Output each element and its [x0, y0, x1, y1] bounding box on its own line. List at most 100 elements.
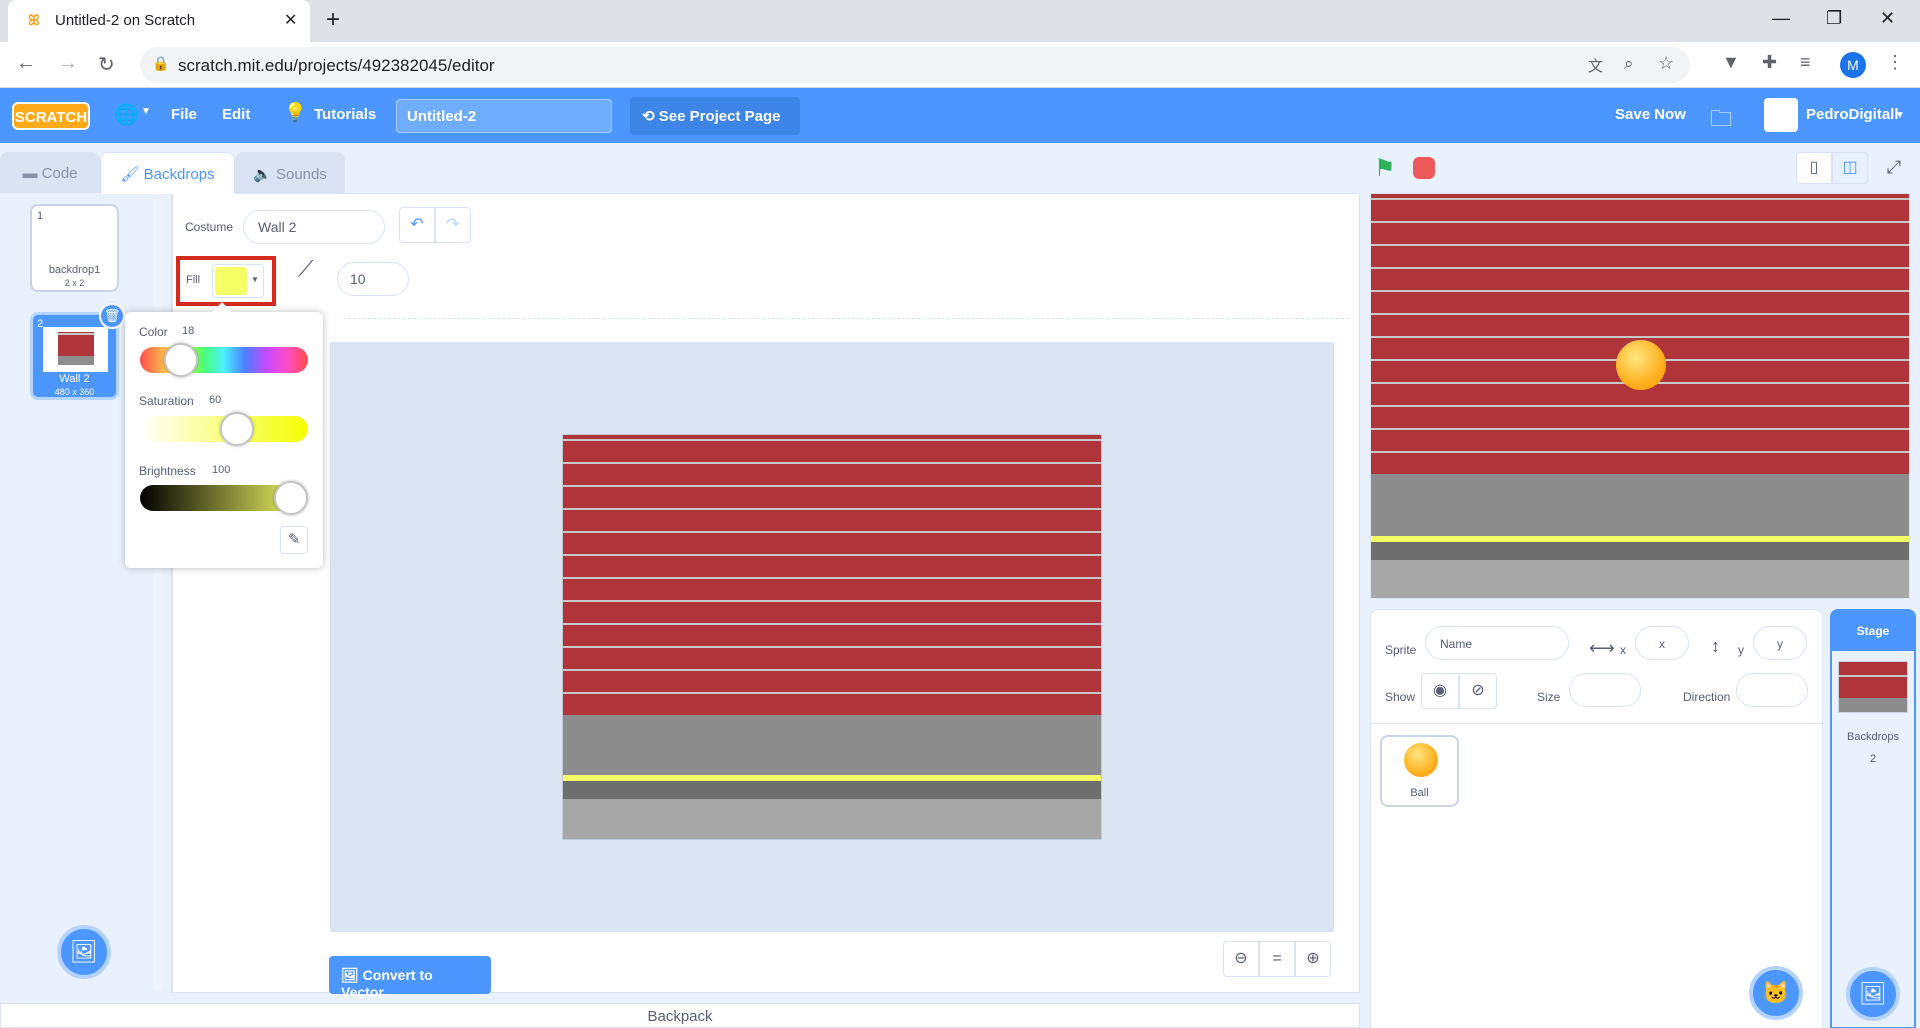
more-menu-icon[interactable]: ⋮ [1886, 52, 1904, 73]
color-slider-handle[interactable] [164, 343, 199, 377]
zoom-icon[interactable]: ⌕ [1624, 54, 1634, 74]
username[interactable]: PedroDigitall [1806, 106, 1899, 123]
ball-thumbnail [1404, 743, 1438, 777]
stage[interactable] [1370, 193, 1910, 599]
zoom-out-icon: ⊖ [1234, 950, 1248, 967]
direction-label: Direction [1683, 690, 1731, 704]
zoom-reset-button[interactable]: = [1259, 941, 1295, 977]
sprite-name-input[interactable]: Name [1425, 626, 1569, 660]
backdrop-index: 1 [37, 210, 44, 222]
code-icon: ▬ [22, 165, 42, 182]
chevron-down-icon: ▼ [141, 106, 151, 117]
costume-name-input[interactable]: Wall 2 [243, 210, 385, 244]
brush-icon: 🖌 [120, 166, 144, 183]
undo-icon: ↶ [410, 216, 424, 233]
stage-thumb-road [1839, 698, 1907, 712]
see-project-page-button[interactable]: ⟲ See Project Page [630, 97, 800, 135]
backdrops-count: 2 [1869, 753, 1877, 765]
delete-backdrop-icon[interactable]: 🗑 [99, 303, 125, 329]
fill-label: Fill [186, 274, 201, 286]
eyedropper-icon: ✎ [287, 531, 301, 548]
paint-canvas-area[interactable] [330, 342, 1334, 932]
saturation-slider[interactable] [140, 412, 308, 446]
redo-button[interactable]: ↷ [435, 207, 471, 243]
green-flag-icon[interactable]: ⚑ [1374, 154, 1396, 183]
x-input[interactable]: x [1635, 626, 1689, 660]
backdrop-canvas[interactable] [562, 434, 1102, 840]
back-icon[interactable]: ← [16, 52, 36, 75]
project-title-input[interactable]: Untitled-2 [396, 99, 612, 133]
media-icon[interactable]: ≡ [1800, 52, 1811, 73]
forward-icon[interactable]: → [58, 52, 78, 75]
stage-brick-wall [1371, 194, 1909, 474]
cat-add-icon: 🐱 [1762, 980, 1790, 1005]
backdrop-name: Wall 2 [59, 373, 90, 385]
size-input[interactable] [1569, 673, 1641, 707]
my-stuff-folder-icon[interactable]: 🗀 [1710, 102, 1732, 140]
minimize-icon[interactable]: — [1772, 8, 1790, 29]
translate-icon[interactable]: 文 [1588, 55, 1603, 76]
tab-code[interactable]: ▬ Code [0, 152, 100, 194]
y-input[interactable]: y [1753, 626, 1807, 660]
color-slider[interactable] [140, 343, 308, 377]
fullscreen-button[interactable]: ⤢ [1876, 152, 1912, 184]
zoom-out-button[interactable]: ⊖ [1223, 941, 1259, 977]
choose-sprite-button[interactable]: 🐱 [1749, 966, 1803, 1020]
save-now-button[interactable]: Save Now [1615, 106, 1686, 123]
ball-sprite[interactable] [1616, 340, 1666, 390]
fill-color-button[interactable]: ▼ [212, 264, 264, 298]
globe-icon[interactable]: 🌐 [114, 102, 139, 127]
tab-sounds-label: Sounds [275, 166, 327, 183]
fill-dropdown-icon: ▼ [251, 275, 259, 284]
show-sprite-button[interactable]: ◉ [1421, 673, 1459, 709]
convert-to-vector-button[interactable]: 🖼 Convert to Vector [329, 956, 491, 1000]
edit-menu[interactable]: Edit [222, 106, 250, 123]
fullscreen-icon: ⤢ [1886, 157, 1902, 177]
curb [563, 781, 1101, 799]
stop-icon[interactable] [1413, 157, 1435, 179]
sidewalk [563, 715, 1101, 775]
reload-icon[interactable]: ↻ [98, 52, 115, 77]
bookmark-star-icon[interactable]: ☆ [1658, 53, 1674, 74]
saturation-slider-handle[interactable] [220, 412, 255, 446]
scratch-logo[interactable]: SCRATCH [12, 102, 90, 130]
sprite-tile-ball[interactable]: Ball [1380, 735, 1459, 807]
new-tab-icon[interactable]: + [326, 6, 340, 34]
account-chevron-down-icon[interactable]: ▼ [1895, 110, 1905, 121]
stage-thumb-brick [1839, 662, 1907, 698]
costume-label: Costume [185, 220, 234, 234]
choose-stage-backdrop-button[interactable]: 🖼 [1846, 967, 1900, 1021]
tab-sounds[interactable]: 🔈 Sounds [235, 152, 345, 194]
user-avatar[interactable] [1764, 98, 1798, 132]
url-box[interactable]: 🔒 scratch.mit.edu/projects/492382045/edi… [140, 47, 1690, 83]
backpack[interactable]: Backpack [0, 1003, 1360, 1028]
normal-stage-button[interactable]: ◫ [1832, 152, 1868, 184]
zoom-in-button[interactable]: ⊕ [1295, 941, 1331, 977]
x-label: x [1620, 643, 1626, 657]
address-bar: ← → ↻ 🔒 scratch.mit.edu/projects/4923820… [0, 42, 1920, 88]
close-tab-icon[interactable]: ✕ [284, 10, 297, 30]
show-label: Show [1385, 690, 1416, 704]
stage-target-panel[interactable]: Stage Backdrops 2 🖼 [1830, 609, 1916, 1028]
eyedropper-button[interactable]: ✎ [280, 526, 308, 554]
backdrop-thumb-1[interactable]: 1 backdrop1 2 x 2 [30, 204, 119, 292]
browser-tab[interactable]: ꕤ Untitled-2 on Scratch ✕ [8, 0, 310, 42]
brightness-slider-handle[interactable] [274, 481, 308, 515]
choose-backdrop-button[interactable]: 🖼 [57, 925, 111, 979]
small-stage-button[interactable]: ▯ [1796, 152, 1832, 184]
outline-width-input[interactable]: 10 [337, 262, 409, 296]
maximize-icon[interactable]: ❐ [1826, 8, 1842, 29]
file-menu[interactable]: File [171, 106, 197, 123]
hide-sprite-button[interactable]: ⊘ [1459, 673, 1497, 709]
brightness-slider[interactable] [140, 481, 308, 515]
close-window-icon[interactable]: ✕ [1880, 8, 1895, 29]
extension-icon[interactable]: ▼ [1722, 52, 1740, 73]
puzzle-icon[interactable]: ✚ [1762, 52, 1777, 73]
brick-preview [58, 332, 94, 356]
profile-avatar[interactable]: M [1840, 52, 1866, 78]
tab-backdrops[interactable]: 🖌 Backdrops [100, 152, 235, 194]
undo-button[interactable]: ↶ [399, 207, 435, 243]
tutorials-menu[interactable]: Tutorials [314, 106, 376, 123]
scratch-menu-bar: SCRATCH 🌐 ▼ File Edit 💡 Tutorials Untitl… [0, 88, 1920, 143]
direction-input[interactable] [1736, 673, 1808, 707]
